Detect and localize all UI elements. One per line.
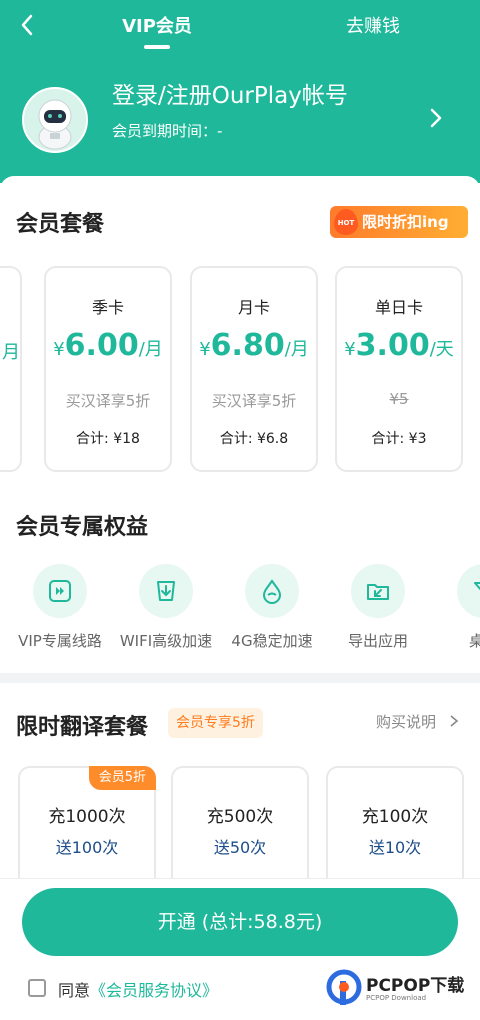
promo-badge-text: 限时折扣ing <box>362 213 449 231</box>
watermark-text: PCPOP下载 <box>366 976 465 996</box>
translation-card-bonus: 送100次 <box>55 838 119 857</box>
section-divider <box>0 673 480 683</box>
chevron-right-icon <box>430 108 442 128</box>
benefit-label: 桌面 <box>468 632 480 650</box>
tab-active-indicator <box>144 45 170 49</box>
benefit-export[interactable]: 导出应用 <box>322 564 434 651</box>
plan-price: ¥6.80/月 <box>199 328 309 363</box>
plan-name: 单日卡 <box>374 298 423 317</box>
packages-title: 会员套餐 <box>16 212 105 237</box>
benefit-4g[interactable]: 4G稳定加速 <box>216 564 328 651</box>
back-button[interactable] <box>16 10 40 40</box>
bottom-bar: 开通 (总计:58.8元) 同意《会员服务协议》 PCPOP下载 PCPOP D… <box>0 878 480 1020</box>
agree-text: 同意《会员服务协议》 <box>58 977 218 1001</box>
benefit-label: 4G稳定加速 <box>231 632 313 650</box>
plan-name: 季卡 <box>91 298 124 317</box>
translation-card-bonus: 送50次 <box>213 838 267 857</box>
pcpop-logo-icon <box>326 969 362 1005</box>
plan-price: ¥3.00/天 <box>344 328 454 363</box>
translation-card-title: 充500次 <box>206 807 274 827</box>
benefits-title: 会员专属权益 <box>16 515 149 540</box>
profile-chevron[interactable] <box>426 104 446 139</box>
translation-card-bonus: 送10次 <box>368 838 422 857</box>
member-discount-corner: 会员5折 <box>88 766 156 790</box>
plan-sub: 买汉译享5折 <box>211 392 297 410</box>
translation-card-title: 充100次 <box>361 807 429 827</box>
translation-card-title: 充1000次 <box>48 807 126 827</box>
plan-card-day[interactable]: 单日卡 ¥3.00/天 ¥5 合计: ¥3 <box>335 266 463 472</box>
plan-total: 合计: ¥18 <box>76 431 140 447</box>
tab-vip[interactable]: VIP会员 <box>110 12 204 38</box>
astronaut-avatar-icon <box>38 99 72 150</box>
buy-note-label: 购买说明 <box>376 713 437 731</box>
folder-export-icon <box>351 564 405 618</box>
partial-price-unit: 月 <box>2 342 20 363</box>
tab-earn[interactable]: 去赚钱 <box>330 12 416 38</box>
buy-note-link[interactable]: 购买说明 <box>376 711 461 732</box>
benefit-label: 导出应用 <box>347 632 408 650</box>
header-bar: VIP会员 去赚钱 登录/注册OurPlay帐号 会员到期时间：- <box>0 0 480 183</box>
benefit-vip-line[interactable]: VIP专属线路 <box>4 564 116 651</box>
chevron-right-icon <box>450 715 459 727</box>
drop-icon <box>245 564 299 618</box>
translation-title: 限时翻译套餐 <box>16 715 149 740</box>
avatar[interactable] <box>22 87 88 153</box>
promo-badge: HOT 限时折扣ing <box>330 206 468 238</box>
benefit-wifi[interactable]: WIFI高级加速 <box>110 564 222 651</box>
plan-price: ¥6.00/月 <box>53 328 163 363</box>
benefit-desktop[interactable]: 桌面 <box>428 564 480 651</box>
plan-total: 合计: ¥6.8 <box>219 431 289 447</box>
plan-original-price: ¥5 <box>389 390 409 408</box>
login-title[interactable]: 登录/注册OurPlay帐号 <box>112 76 348 110</box>
expire-text: 会员到期时间：- <box>112 122 223 140</box>
benefit-label: WIFI高级加速 <box>119 632 213 650</box>
plan-card-partial[interactable]: 月 <box>0 266 22 472</box>
download-icon <box>139 564 193 618</box>
service-agreement-link[interactable]: 《会员服务协议》 <box>90 981 218 1000</box>
agree-checkbox[interactable] <box>28 979 46 997</box>
plan-card-season[interactable]: 季卡 ¥6.00/月 买汉译享5折 合计: ¥18 <box>44 266 172 472</box>
benefit-label: VIP专属线路 <box>18 632 102 650</box>
chevron-left-icon <box>21 14 33 36</box>
watermark-subtext: PCPOP Download <box>366 994 427 1002</box>
plan-sub: 买汉译享5折 <box>65 392 151 410</box>
member-discount-badge: 会员专享5折 <box>168 708 263 738</box>
plan-name: 月卡 <box>237 298 270 317</box>
funnel-icon <box>457 564 480 618</box>
watermark: PCPOP下载 PCPOP Download <box>326 967 476 1013</box>
open-vip-button[interactable]: 开通 (总计:58.8元) <box>22 888 458 956</box>
plan-total: 合计: ¥3 <box>371 431 427 447</box>
flame-icon: HOT <box>334 209 358 235</box>
agree-prefix: 同意 <box>58 981 91 1000</box>
fast-forward-icon <box>33 564 87 618</box>
plan-card-month[interactable]: 月卡 ¥6.80/月 买汉译享5折 合计: ¥6.8 <box>190 266 318 472</box>
